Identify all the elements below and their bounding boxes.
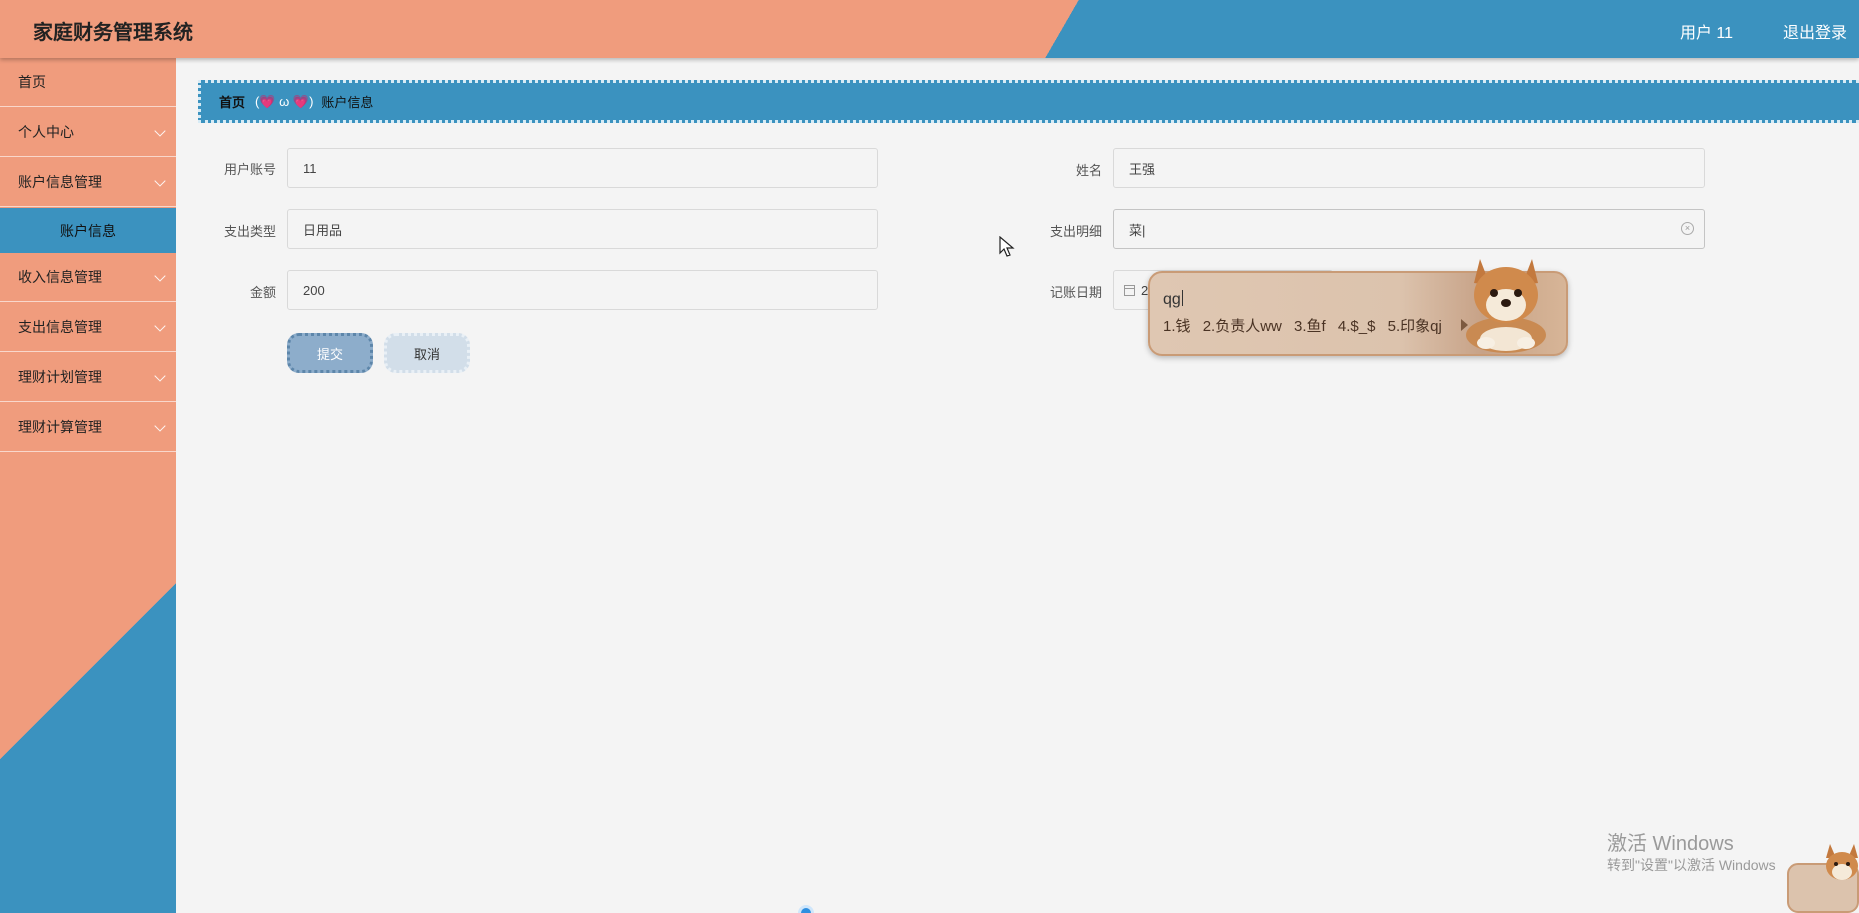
chevron-down-icon [154,320,166,332]
expense-detail-label: 支出明细 [1049,224,1102,239]
expense-type-value: 日用品 [303,222,343,238]
ime-candidate[interactable]: 4.$_$ [1338,318,1376,335]
top-header: 家庭财务管理系统 用户 11 退出登录 [0,0,1859,58]
breadcrumb-current: 账户信息 [321,95,374,110]
ime-candidate[interactable]: 5.印象qj [1388,318,1442,335]
breadcrumb: 首页 (💗 ω 💗) 账户信息 [198,80,1859,123]
name-label: 姓名 [1075,163,1102,178]
sidebar-item-expense-mgmt[interactable]: 支出信息管理 [0,303,176,352]
record-date-label: 记账日期 [1049,285,1102,300]
amount-label: 金额 [249,285,276,300]
account-value: 11 [303,160,317,176]
amount-value: 200 [303,282,325,298]
sidebar-subitem-label: 账户信息 [60,222,116,239]
expense-detail-value: 菜| [1129,222,1146,238]
sidebar-item-personal-center[interactable]: 个人中心 [0,108,176,157]
ime-candidate-popup: qg 1.钱 2.负责人ww 3.鱼f 4.$_$ 5.印象qj [1148,259,1568,356]
chevron-down-icon [154,370,166,382]
sidebar: 首页 个人中心 账户信息管理 账户信息 收入信息管理 支出信息管理 理财计划管理… [0,58,176,913]
sidebar-item-label: 个人中心 [18,124,74,140]
sidebar-subitem-account-info[interactable]: 账户信息 [0,208,176,253]
expense-detail-field[interactable]: 菜| × [1113,209,1705,249]
sidebar-item-account-info-mgmt[interactable]: 账户信息管理 [0,158,176,207]
chevron-down-icon [154,270,166,282]
activation-watermark-title: 激活 Windows [1607,833,1734,855]
sidebar-item-finance-plan-mgmt[interactable]: 理财计划管理 [0,353,176,402]
clear-icon[interactable]: × [1681,222,1694,235]
sidebar-item-finance-calc-mgmt[interactable]: 理财计算管理 [0,403,176,452]
ime-candidate[interactable]: 1.钱 [1163,318,1191,335]
name-value: 王强 [1129,161,1156,177]
shiba-dog-icon [1466,259,1546,353]
breadcrumb-home[interactable]: 首页 [219,92,245,111]
ime-candidate[interactable]: 3.鱼f [1294,318,1326,335]
chevron-down-icon [154,175,166,187]
sidebar-item-home[interactable]: 首页 [0,58,176,107]
sidebar-item-label: 首页 [18,74,46,90]
ime-candidate-list: 1.钱 2.负责人ww 3.鱼f 4.$_$ 5.印象qj [1163,315,1450,336]
expense-type-field[interactable]: 日用品 [287,209,878,249]
sidebar-item-label: 支出信息管理 [18,319,102,335]
shiba-widget-icon[interactable] [1786,836,1859,913]
calendar-icon [1124,284,1135,296]
account-label: 用户账号 [223,162,276,177]
logout-button[interactable]: 退出登录 [1783,19,1847,43]
mouse-pointer-icon [999,236,1015,257]
current-user: 用户 11 [1679,25,1733,42]
name-field[interactable]: 王强 [1113,148,1705,188]
sidebar-item-label: 理财计划管理 [18,369,102,385]
sidebar-item-label: 收入信息管理 [18,269,102,285]
ime-typed-text: qg [1163,291,1181,308]
app-title: 家庭财务管理系统 [33,22,193,44]
account-field[interactable]: 11 [287,148,878,188]
breadcrumb-separator: (💗 ω 💗) [255,93,314,109]
ime-candidate[interactable]: 2.负责人ww [1203,318,1282,335]
chevron-down-icon [154,125,166,137]
submit-button[interactable]: 提交 [287,333,373,373]
scroll-indicator[interactable] [798,905,814,913]
cancel-button[interactable]: 取消 [384,333,470,373]
activation-watermark-hint: 转到"设置"以激活 Windows [1607,857,1776,873]
amount-field[interactable]: 200 [287,270,878,310]
sidebar-item-label: 账户信息管理 [18,174,102,190]
chevron-down-icon [154,420,166,432]
sidebar-item-label: 理财计算管理 [18,419,102,435]
sidebar-item-income-mgmt[interactable]: 收入信息管理 [0,253,176,302]
expense-type-label: 支出类型 [223,224,276,239]
